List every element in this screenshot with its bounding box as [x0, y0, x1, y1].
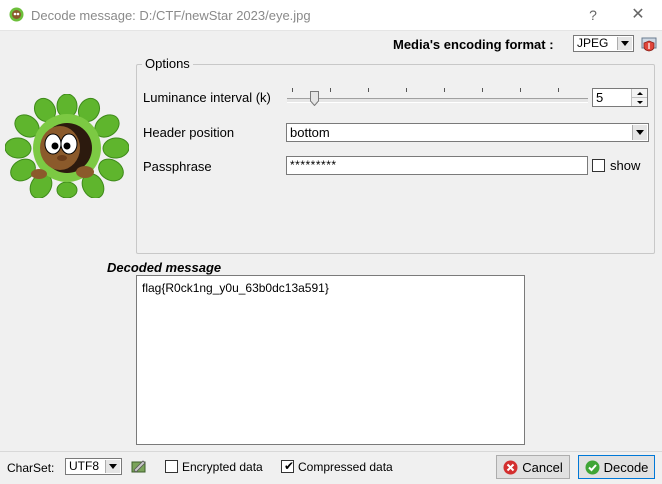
show-passphrase-checkbox[interactable] [592, 159, 605, 172]
mascot-image [5, 94, 129, 198]
cancel-button[interactable]: Cancel [496, 455, 570, 479]
encoding-format-select[interactable]: JPEG [573, 35, 634, 52]
encoding-format-label: Media's encoding format : [393, 37, 554, 52]
slider-tick [330, 88, 331, 92]
checkmark-icon: ✔ [284, 459, 295, 473]
slider-tick [368, 88, 369, 92]
compressed-data-checkbox[interactable]: ✔ [281, 460, 294, 473]
luminance-spinbox[interactable]: 5 [592, 88, 648, 107]
luminance-slider-thumb[interactable] [310, 91, 319, 106]
options-legend: Options [142, 56, 193, 71]
passphrase-field[interactable]: ********* [286, 156, 588, 175]
app-icon [9, 7, 24, 22]
close-button[interactable]: ✕ [625, 4, 651, 26]
passphrase-label: Passphrase [143, 159, 212, 174]
slider-tick [482, 88, 483, 92]
chevron-down-icon [617, 37, 632, 50]
chevron-down-icon [105, 460, 120, 473]
slider-tick [520, 88, 521, 92]
encrypted-data-checkbox[interactable] [165, 460, 178, 473]
decoded-message-textarea[interactable]: flag{R0ck1ng_y0u_63b0dc13a591} [136, 275, 525, 445]
decoded-message-label: Decoded message [107, 260, 222, 275]
charset-value: UTF8 [69, 459, 99, 473]
slider-tick [406, 88, 407, 92]
spin-up-icon[interactable] [632, 89, 647, 98]
decode-button[interactable]: Decode [578, 455, 655, 479]
header-position-label: Header position [143, 125, 235, 140]
spin-buttons [631, 89, 647, 106]
encrypted-data-label: Encrypted data [182, 460, 263, 474]
cancel-button-label: Cancel [522, 459, 563, 475]
slider-tick [558, 88, 559, 92]
charset-select[interactable]: UTF8 [65, 458, 122, 475]
settings-shield-icon[interactable] [641, 36, 657, 52]
show-passphrase-label: show [610, 158, 641, 173]
slider-tick [444, 88, 445, 92]
spin-down-icon[interactable] [632, 98, 647, 106]
compressed-data-label: Compressed data [298, 460, 393, 474]
header-position-select[interactable]: bottom [286, 123, 649, 142]
chevron-down-icon [632, 125, 647, 140]
cancel-icon [503, 460, 518, 474]
luminance-slider-track[interactable] [287, 98, 588, 103]
luminance-value: 5 [596, 90, 604, 105]
charset-label: CharSet: [7, 461, 55, 475]
check-icon [585, 460, 600, 474]
decode-button-label: Decode [603, 459, 649, 475]
charset-edit-icon[interactable] [131, 459, 147, 473]
slider-tick [292, 88, 293, 92]
title-bar: Decode message: D:/CTF/newStar 2023/eye.… [0, 0, 662, 31]
bottom-divider [0, 451, 662, 452]
window-title: Decode message: D:/CTF/newStar 2023/eye.… [31, 8, 311, 23]
header-position-value: bottom [290, 125, 330, 140]
help-button[interactable]: ? [580, 4, 606, 26]
luminance-label: Luminance interval (k) [143, 90, 271, 105]
encoding-format-value: JPEG [577, 36, 609, 50]
